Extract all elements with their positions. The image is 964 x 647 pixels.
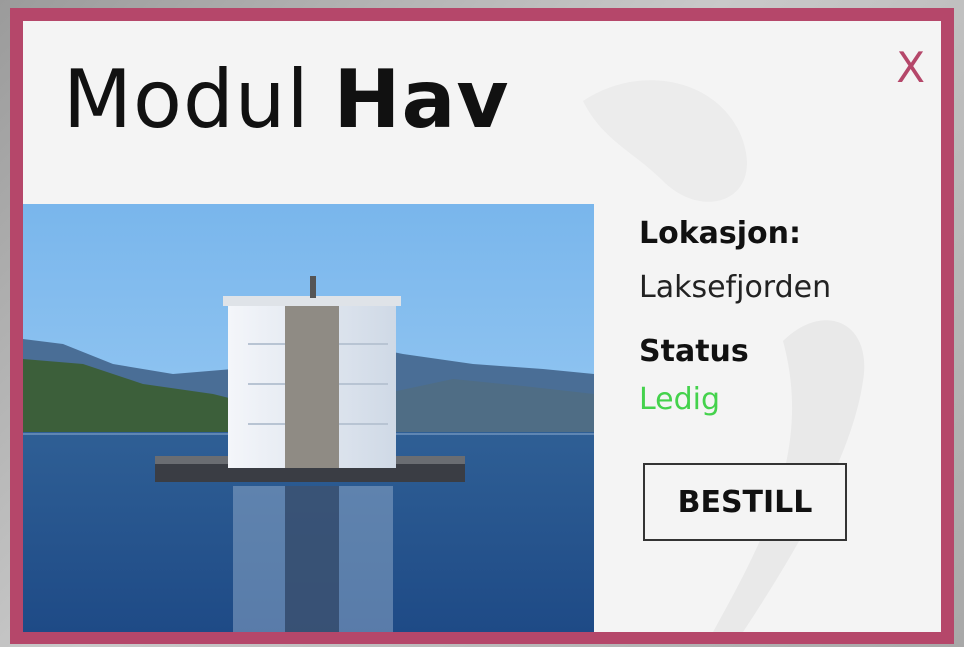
floating-sauna-image xyxy=(23,204,594,632)
title-name: Hav xyxy=(333,53,510,146)
title-prefix: Modul xyxy=(63,53,310,146)
module-photo xyxy=(23,204,594,632)
status-label: Status xyxy=(639,334,749,369)
status-value: Ledig xyxy=(639,382,721,417)
book-button[interactable]: BESTILL xyxy=(643,463,847,541)
close-button[interactable]: X xyxy=(896,47,925,89)
module-modal: Modul Hav X Lokasjon: Laksefjorden Statu… xyxy=(10,8,954,644)
location-label: Lokasjon: xyxy=(639,216,802,251)
page-title: Modul Hav xyxy=(63,59,510,141)
location-value: Laksefjorden xyxy=(639,270,832,305)
